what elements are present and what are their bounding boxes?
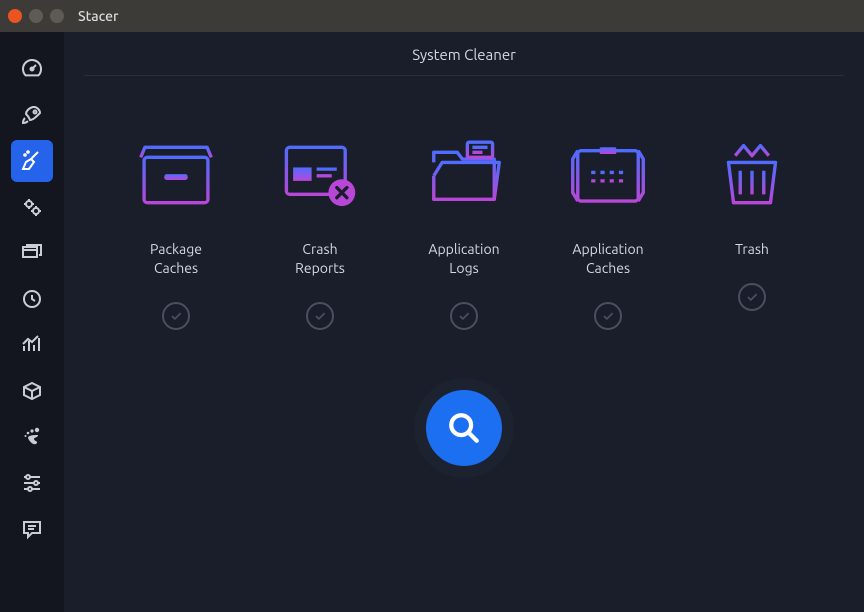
- sidebar: [0, 32, 64, 612]
- package-caches-icon: [134, 136, 218, 214]
- application-caches-icon: [566, 136, 650, 214]
- category-application-logs: Application Logs: [394, 136, 534, 330]
- sidebar-item-settings[interactable]: [11, 462, 53, 504]
- maximize-window-button[interactable]: [50, 9, 64, 23]
- main-content: System Cleaner Package Caches: [64, 32, 864, 612]
- application-logs-icon: [422, 136, 506, 214]
- category-label: Crash Reports: [295, 240, 345, 278]
- check-icon: [169, 309, 183, 323]
- category-label: Package Caches: [150, 240, 202, 278]
- chart-icon: [20, 333, 44, 357]
- sidebar-item-processes[interactable]: [11, 232, 53, 274]
- gnome-icon: [20, 425, 44, 449]
- sidebar-item-startup-apps[interactable]: [11, 94, 53, 136]
- category-checkbox-package-caches[interactable]: [162, 302, 190, 330]
- scan-button[interactable]: [426, 390, 502, 466]
- check-icon: [745, 290, 759, 304]
- category-package-caches: Package Caches: [106, 136, 246, 330]
- close-window-button[interactable]: [8, 9, 22, 23]
- category-label: Application Logs: [428, 240, 499, 278]
- rocket-icon: [20, 103, 44, 127]
- category-application-caches: Application Caches: [538, 136, 678, 330]
- category-trash: Trash: [682, 136, 822, 330]
- windows-icon: [20, 241, 44, 265]
- sidebar-item-apt-repos[interactable]: [11, 370, 53, 412]
- sidebar-item-gnome-settings[interactable]: [11, 416, 53, 458]
- category-label: Application Caches: [572, 240, 643, 278]
- package-open-icon: [20, 287, 44, 311]
- check-icon: [313, 309, 327, 323]
- crash-reports-icon: [278, 136, 362, 214]
- gauge-icon: [20, 57, 44, 81]
- category-checkbox-application-caches[interactable]: [594, 302, 622, 330]
- sidebar-item-dashboard[interactable]: [11, 48, 53, 90]
- category-crash-reports: Crash Reports: [250, 136, 390, 330]
- gears-icon: [20, 195, 44, 219]
- search-icon: [447, 411, 481, 445]
- category-checkbox-crash-reports[interactable]: [306, 302, 334, 330]
- category-label: Trash: [735, 240, 769, 259]
- box-icon: [20, 379, 44, 403]
- sidebar-item-uninstaller[interactable]: [11, 278, 53, 320]
- category-checkbox-trash[interactable]: [738, 283, 766, 311]
- window-title: Stacer: [78, 8, 119, 24]
- sidebar-item-system-cleaner[interactable]: [11, 140, 53, 182]
- window-controls: [8, 9, 64, 23]
- check-icon: [601, 309, 615, 323]
- check-icon: [457, 309, 471, 323]
- sidebar-item-services[interactable]: [11, 186, 53, 228]
- speech-icon: [20, 517, 44, 541]
- category-checkbox-application-logs[interactable]: [450, 302, 478, 330]
- trash-icon: [710, 136, 794, 214]
- categories-row: Package Caches Crash Re: [84, 136, 844, 330]
- scan-area: [84, 390, 844, 466]
- sidebar-item-feedback[interactable]: [11, 508, 53, 550]
- sidebar-item-resources[interactable]: [11, 324, 53, 366]
- titlebar: Stacer: [0, 0, 864, 32]
- sliders-icon: [20, 471, 44, 495]
- minimize-window-button[interactable]: [29, 9, 43, 23]
- page-title: System Cleaner: [84, 46, 844, 76]
- broom-icon: [20, 149, 44, 173]
